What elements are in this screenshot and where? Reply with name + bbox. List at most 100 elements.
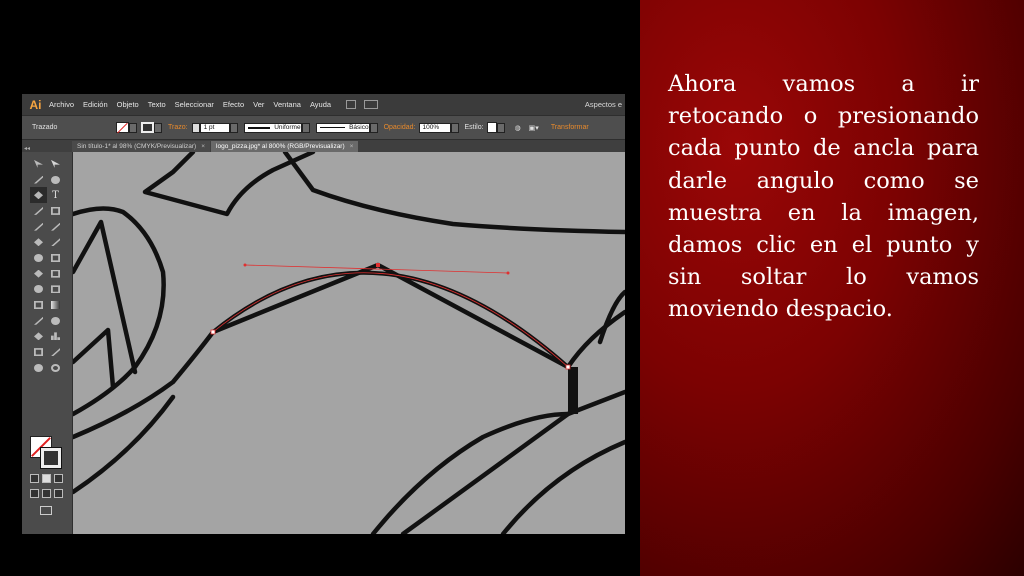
shape-builder-tool[interactable] [30,282,47,298]
outline-center-triangle [210,262,571,370]
artboard-tool[interactable] [30,344,47,360]
stroke-label[interactable]: Trazo: [168,124,188,131]
outline-right-curve [565,309,625,370]
brush-label: Básico [349,124,369,131]
profile-dropdown[interactable] [301,122,310,133]
recolor-icon[interactable]: ◍ [515,124,521,132]
direct-selection-tool[interactable] [47,156,64,172]
pencil-icon [51,222,60,231]
transform-link[interactable]: Transformar [551,124,589,131]
gradient-mode-button[interactable] [42,474,51,483]
fill-color-swatch[interactable] [116,122,129,133]
slice-tool[interactable] [47,344,64,360]
outline-bottom-curve [370,411,571,534]
draw-normal-button[interactable] [30,489,39,498]
lasso-tool[interactable] [47,172,64,188]
align-icon[interactable]: ▣▾ [529,124,539,132]
brush-definition[interactable]: Básico [315,122,370,133]
tab-sin-titulo[interactable]: Sin título-1* al 98% (CMYK/Previsualizar… [72,141,211,152]
blob-brush-icon [34,238,43,247]
close-icon[interactable]: × [201,143,205,150]
rectangle-tool[interactable] [47,203,64,219]
document-tab-bar: ◂◂ Sin título-1* al 98% (CMYK/Previsuali… [22,140,625,152]
width-tool[interactable] [30,266,47,282]
color-mode-button[interactable] [30,474,39,483]
bridge-icon[interactable] [346,100,357,109]
anchor-point-right [565,364,571,370]
opacity-label[interactable]: Opacidad: [384,124,416,131]
width-icon [34,269,43,278]
menu-efecto[interactable]: Efecto [223,100,244,109]
column-graph-tool[interactable] [47,329,64,345]
style-dropdown[interactable] [496,122,505,133]
tools-panel: T [22,152,73,534]
variable-width-profile[interactable]: Uniforme [243,122,302,133]
perspective-grid-tool[interactable] [47,282,64,298]
menu-ventana[interactable]: Ventana [273,100,301,109]
stroke-weight-dropdown[interactable] [229,122,238,133]
fill-dropdown-arrow[interactable] [129,122,137,133]
draw-behind-button[interactable] [42,489,51,498]
stroke-dropdown-arrow[interactable] [154,122,162,133]
outline-bottom-wedge [400,389,625,534]
eraser-tool[interactable] [47,234,64,250]
document-canvas[interactable] [70,149,625,534]
paintbrush-tool[interactable] [30,219,47,235]
arrange-documents-icon[interactable] [364,100,379,109]
draw-inside-button[interactable] [54,489,63,498]
opacity-dropdown[interactable] [450,122,459,133]
hand-tool[interactable] [30,360,47,376]
menu-texto[interactable]: Texto [148,100,166,109]
selection-tool[interactable] [30,156,47,172]
rotate-tool[interactable] [30,250,47,266]
menu-ver[interactable]: Ver [253,100,264,109]
blend-icon [51,316,60,325]
symbol-sprayer-tool[interactable] [30,329,47,345]
scale-tool[interactable] [47,250,64,266]
eyedropper-tool[interactable] [30,313,47,329]
type-icon: T [52,189,59,201]
artboard-icon [34,348,43,357]
menu-edicion[interactable]: Edición [83,100,108,109]
hollow-arrow-icon [51,159,60,168]
line-icon [34,206,43,215]
gradient-icon [51,301,60,310]
mode-label: Trazado [32,124,58,131]
zoom-icon [51,363,60,372]
gradient-tool[interactable] [47,297,64,313]
menu-objeto[interactable]: Objeto [117,100,139,109]
brush-dropdown[interactable] [369,122,378,133]
magic-wand-tool[interactable] [30,172,47,188]
stroke-swatch[interactable] [40,447,62,469]
outline-top-swoop [282,149,625,235]
tab-logo-pizza[interactable]: logo_pizza.jpg* al 800% (RGB/Previsualiz… [211,141,359,152]
type-tool[interactable]: T [47,187,64,203]
close-icon[interactable]: × [350,143,354,150]
workspace-switcher[interactable]: Aspectos e [585,100,622,109]
stroke-weight-field[interactable]: 1 pt [199,122,230,133]
style-label: Estilo: [464,124,484,131]
pen-tool[interactable] [30,187,47,204]
collapse-panels-icon[interactable]: ◂◂ [22,145,72,152]
graphic-style-swatch[interactable] [486,122,497,133]
mesh-tool[interactable] [30,297,47,313]
perspective-grid-icon [51,285,60,294]
screen-mode-icon[interactable] [40,506,52,515]
none-mode-button[interactable] [54,474,63,483]
stroke-weight-stepper[interactable] [191,122,200,133]
opacity-field[interactable]: 100% [418,122,451,133]
draw-mode-buttons [30,489,63,498]
menu-seleccionar[interactable]: Seleccionar [175,100,214,109]
instruction-text: Ahora vamos a ir retocando o presionando… [668,71,979,323]
left-panel: Ai Archivo Edición Objeto Texto Seleccio… [0,0,640,576]
blob-brush-tool[interactable] [30,234,47,250]
line-segment-tool[interactable] [30,203,47,219]
hand-icon [34,363,43,372]
blend-tool[interactable] [47,313,64,329]
menu-ayuda[interactable]: Ayuda [310,100,331,109]
menu-archivo[interactable]: Archivo [49,100,74,109]
pencil-tool[interactable] [47,219,64,235]
zoom-tool[interactable] [47,360,64,376]
free-transform-tool[interactable] [47,266,64,282]
stroke-color-swatch[interactable] [141,122,154,133]
